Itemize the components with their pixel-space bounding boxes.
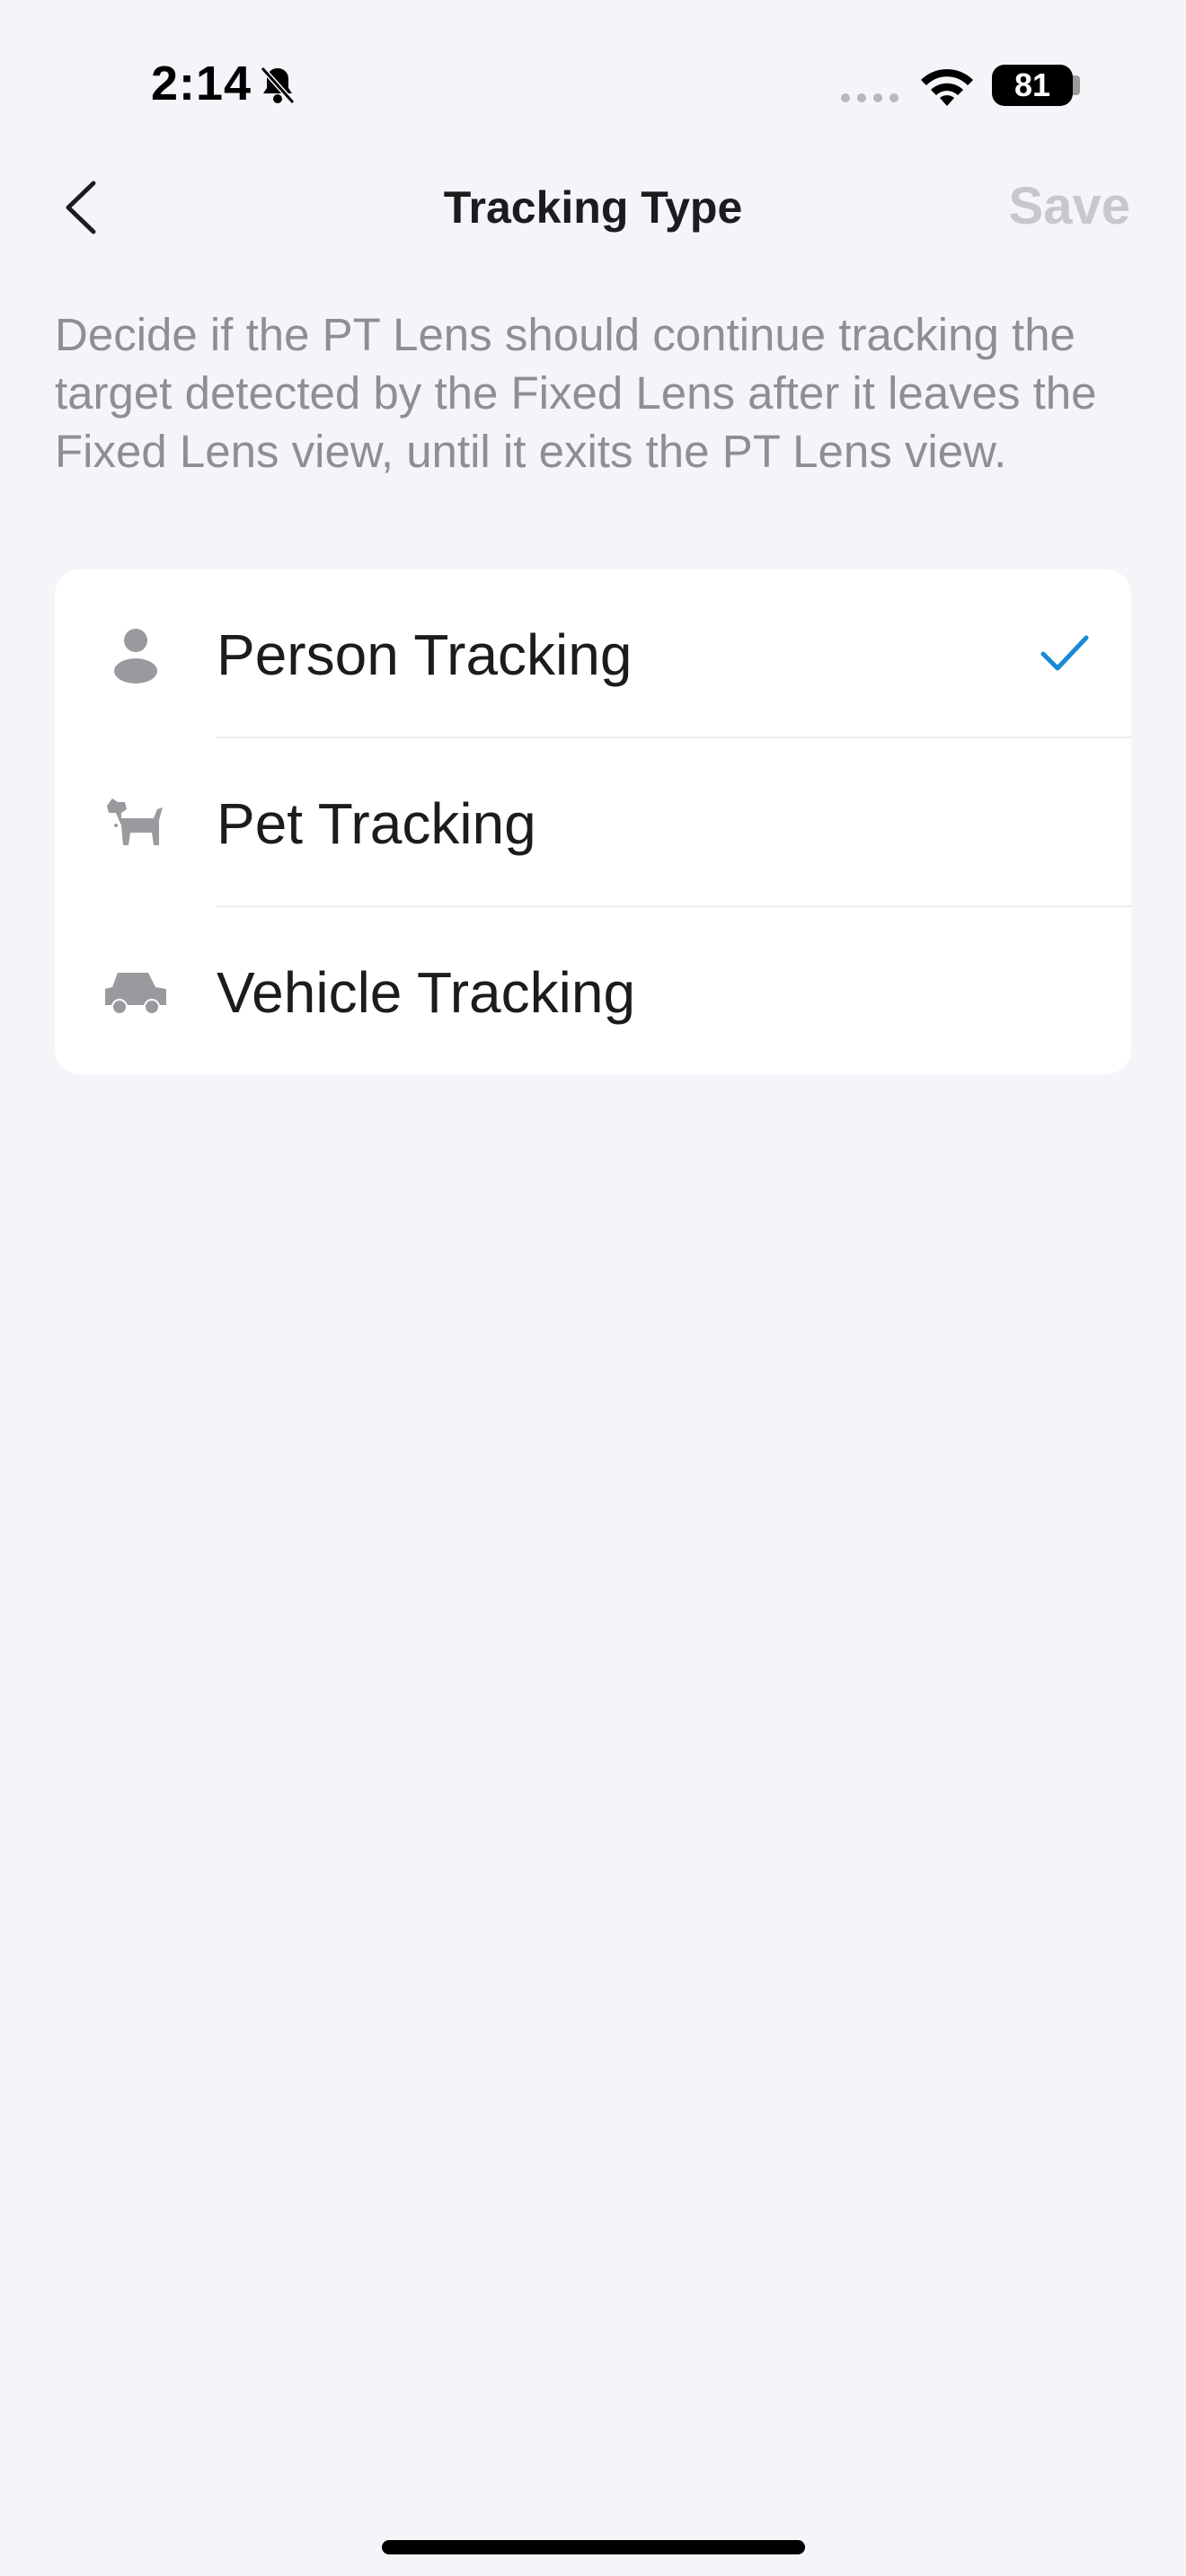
battery-cap xyxy=(1073,75,1080,95)
description-text: Decide if the PT Lens should continue tr… xyxy=(55,309,1097,477)
home-indicator xyxy=(382,2540,805,2554)
dog-icon xyxy=(107,798,163,845)
save-button[interactable]: Save xyxy=(1009,176,1130,236)
wifi-icon xyxy=(921,68,973,106)
option-person-tracking[interactable]: Person Tracking xyxy=(55,569,1131,737)
car-icon xyxy=(105,973,166,1015)
option-vehicle-tracking[interactable]: Vehicle Tracking xyxy=(55,907,1131,1074)
status-time: 2:14 xyxy=(151,57,252,110)
option-label: Pet Tracking xyxy=(217,791,536,856)
person-icon xyxy=(114,629,157,684)
option-pet-tracking[interactable]: Pet Tracking xyxy=(55,738,1131,905)
checkmark-icon xyxy=(1040,635,1089,671)
option-label: Person Tracking xyxy=(217,622,633,687)
tracking-options-list: Person Tracking Pet Tracking Vehicle Tra… xyxy=(55,569,1131,1074)
battery-indicator: 81 xyxy=(992,65,1073,106)
cellular-signal-icon xyxy=(841,93,898,102)
option-label: Vehicle Tracking xyxy=(217,960,636,1025)
bell-slash-icon xyxy=(260,66,296,105)
status-bar: 2:14 81 xyxy=(0,0,1186,162)
battery-level: 81 xyxy=(1013,66,1051,103)
